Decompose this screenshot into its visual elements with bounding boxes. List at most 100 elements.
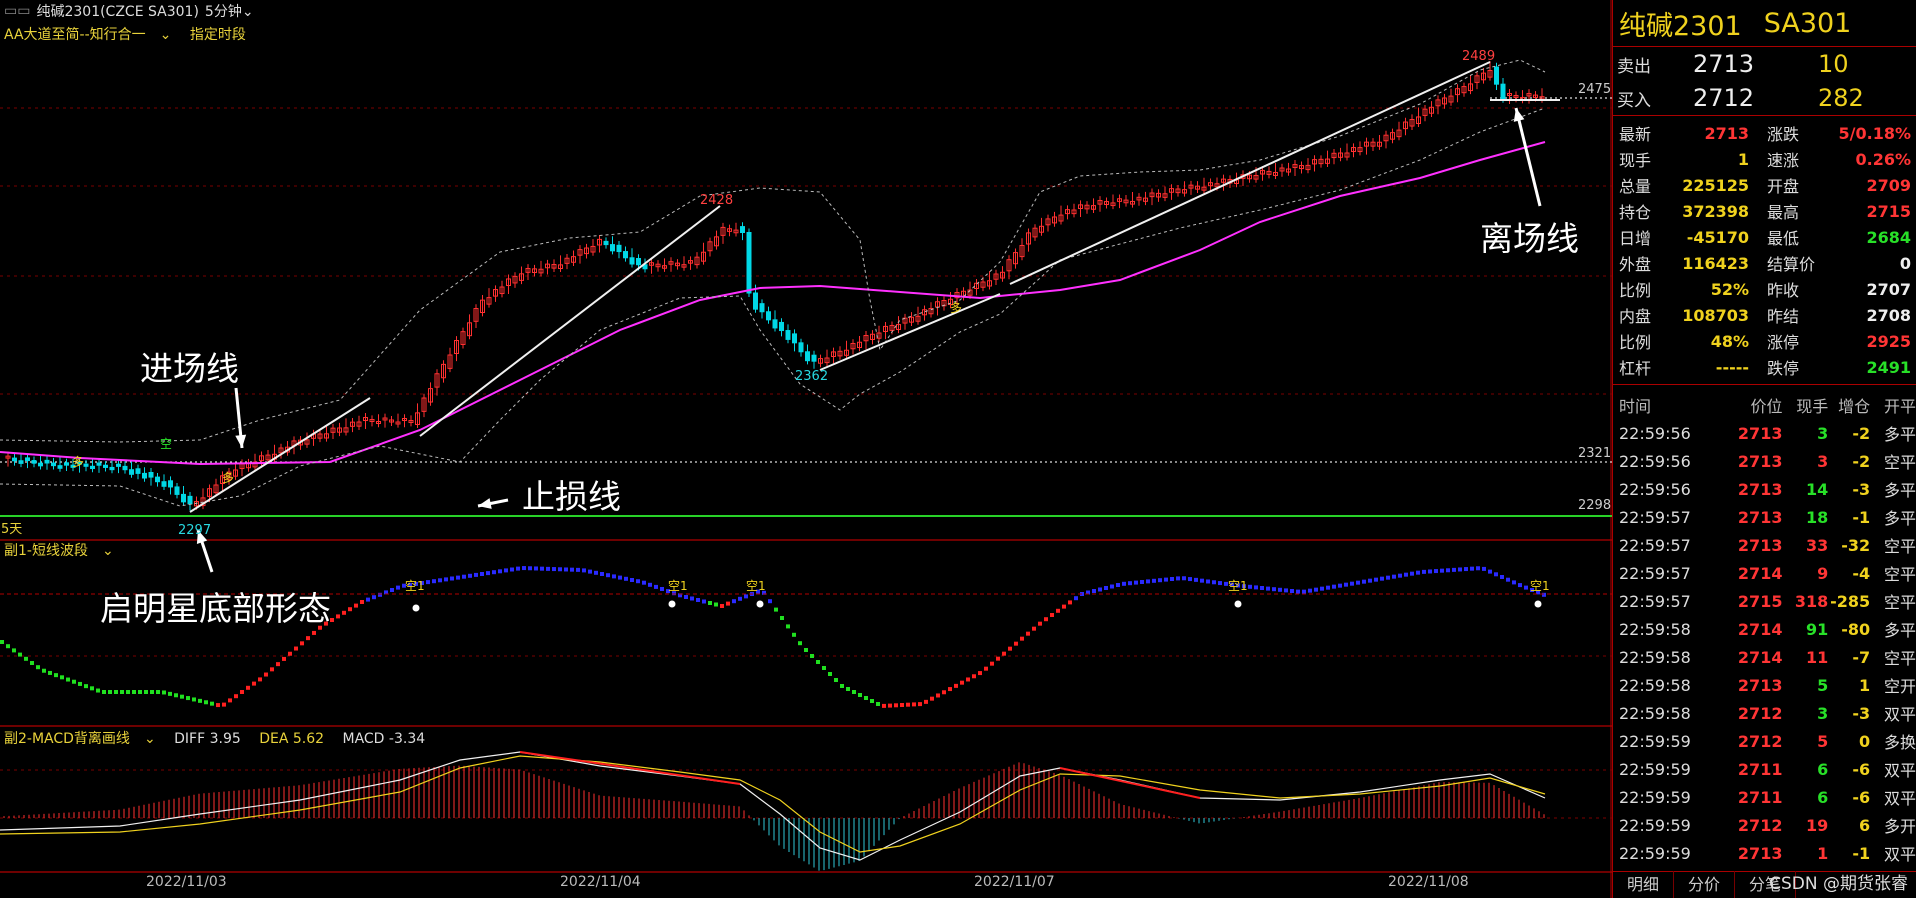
table-row[interactable]: 22:59:59 2711 6 -6 双平 [1613,755,1916,783]
main-indicator-select[interactable]: AA大道至简--知行合一 ⌄ [4,27,171,43]
wave-block [840,684,844,688]
wave-block [834,678,838,682]
wave-dot [756,600,764,608]
entry-line-label: 进场线 [140,349,239,388]
wave-block [1098,587,1102,592]
table-row[interactable]: 22:59:56 2713 14 -3 多平 [1613,475,1916,503]
wave-block [1314,587,1318,592]
buy-row[interactable]: 买入 2712 282 [1613,81,1916,115]
table-row[interactable]: 22:59:58 2712 3 -3 双平 [1613,699,1916,727]
trades-table[interactable]: 时间 价位 现手 增仓 开平 22:59:56 2713 3 -2 多平 22:59:56… [1613,385,1916,867]
period-select[interactable]: 指定时段 [190,27,246,43]
divergence-line [519,751,741,785]
wave-block [510,567,514,572]
timeframe-select[interactable]: 5分钟⌄ [205,1,254,21]
wave-block [480,572,484,576]
wave-block [1458,567,1462,572]
wave-block [786,624,790,629]
wave-block [1524,585,1528,590]
table-row[interactable]: 22:59:58 2714 91 -80 多平 [1613,615,1916,643]
candle [148,472,154,478]
sell-row[interactable]: 卖出 2713 10 [1613,47,1916,81]
candle [109,466,115,471]
table-row[interactable]: 22:59:59 2712 19 6 多开 [1613,811,1916,839]
tab-detail[interactable]: 明细 [1613,871,1675,898]
wave-block [1128,581,1132,586]
wave-block [1050,613,1054,617]
wave-block [1470,566,1474,571]
stat-row: 比例 52% 昨收 2707 [1619,279,1911,301]
wave-block [1254,585,1258,590]
price-2321: 2321 [1578,446,1612,461]
wave-block [1062,604,1066,609]
wave-block [1272,587,1276,592]
wave-block [252,681,256,686]
wave-block [1188,577,1192,582]
wave-block [78,681,82,686]
signal-kong1: 空1 [405,579,425,593]
divergence-line [1059,767,1201,799]
candle [168,480,173,488]
sell-price: 2713 [1693,50,1755,78]
table-row[interactable]: 22:59:59 2711 6 -6 双平 [1613,783,1916,811]
kline-chart[interactable]: 2428248923622297空多多多空1 空1 空1 空1 空1 [0,0,1612,898]
candle [12,457,17,462]
wave-block [1350,581,1354,586]
candle [187,495,193,505]
grip-icon[interactable]: ▭▭ [4,3,30,19]
candle [779,321,784,332]
wave-block [102,690,106,694]
wave-block [1092,589,1096,593]
wave-block [1266,586,1270,591]
diff-line [0,751,1546,861]
table-row[interactable]: 22:59:57 2713 33 -32 空平 [1613,531,1916,559]
candle [766,311,771,321]
table-row[interactable]: 22:59:59 2713 1 -1 双平 [1613,839,1916,867]
wave-block [918,702,922,707]
wave-block [654,584,658,589]
wave-block [846,687,850,691]
wave-block [540,566,544,571]
table-row[interactable]: 22:59:58 2713 5 1 空开 [1613,671,1916,699]
wave-block [306,636,310,641]
chart-area[interactable]: 2428 2489 2362 2297 空多多多空1 空1 空1 空1 空1 ▭▭ 纯碱2301… [0,0,1612,898]
sub1-indicator-select[interactable]: 副1-短线波段 ⌄ [4,543,114,559]
stat-row: 内盘 108703 昨结 2708 [1619,305,1911,327]
wave-block [450,576,454,581]
table-row[interactable]: 22:59:58 2714 11 -7 空平 [1613,643,1916,671]
wave-block [1158,578,1162,583]
table-row[interactable]: 22:59:57 2715 318 -285 空平 [1613,587,1916,615]
wave-block [804,648,808,652]
wave-block [966,677,970,682]
wave-block [498,569,502,574]
table-row[interactable]: 22:59:57 2713 18 -1 多平 [1613,503,1916,531]
candle [746,232,752,294]
table-row[interactable]: 22:59:56 2713 3 -2 空平 [1613,447,1916,475]
wave-block [1416,570,1420,575]
table-row[interactable]: 22:59:56 2713 3 -2 多平 [1613,419,1916,447]
wave-block [990,661,994,666]
table-row[interactable]: 22:59:57 2714 9 -4 空平 [1613,559,1916,587]
wave-block [1122,581,1126,586]
table-row[interactable]: 22:59:59 2712 5 0 多换 [1613,727,1916,755]
wave-block [168,691,172,696]
buy-price: 2712 [1693,84,1755,112]
wave-block [258,677,262,682]
candle [753,292,758,310]
sub1-indicator-bar: 副1-短线波段 ⌄ [4,540,128,560]
wave-block [234,694,238,699]
contract-code: SA301 [1763,7,1852,39]
wave-block [108,690,112,694]
wave-block [156,690,160,694]
wave-block [1104,586,1108,590]
low-label: 2297 [178,523,211,538]
tab-price[interactable]: 分价 [1674,871,1736,898]
candle [51,462,56,467]
wave-block [1386,575,1390,580]
sub2-indicator-select[interactable]: 副2-MACD背离画线 ⌄ [4,731,156,747]
wave-block [342,610,346,615]
wave-block [1446,568,1450,573]
pattern-label: 启明星底部形态 [100,589,331,628]
candle [116,463,121,467]
candle [759,303,765,313]
